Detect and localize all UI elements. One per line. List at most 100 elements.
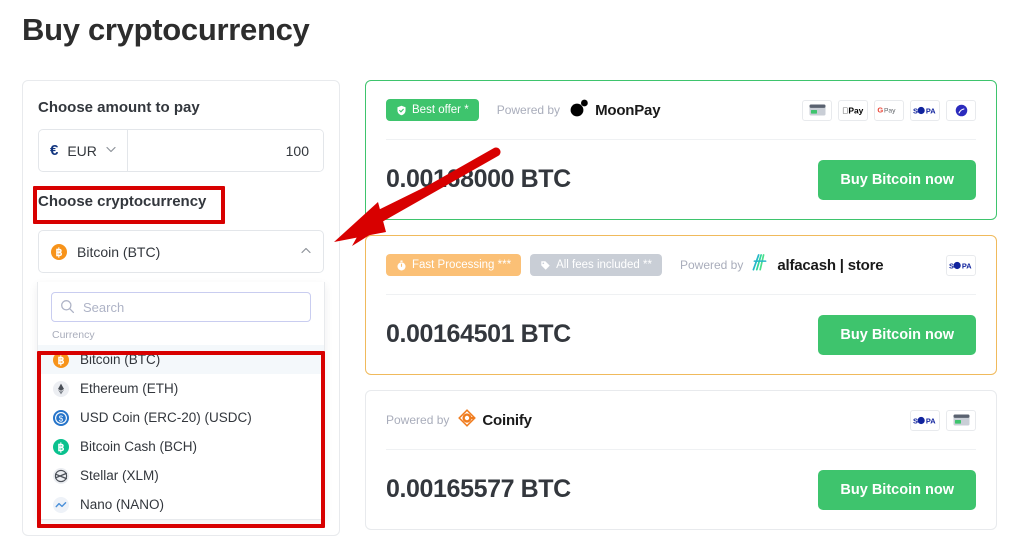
stopwatch-icon (396, 260, 407, 271)
bitcoin-cash-icon: ฿ (53, 438, 69, 455)
badge-label: All fees included ** (556, 259, 652, 271)
list-item[interactable]: $ USD Coin (ERC-20) (USDC) (38, 403, 324, 432)
svg-text:฿: ฿ (58, 355, 65, 367)
list-item[interactable]: Stellar (XLM) (38, 461, 324, 490)
buy-cryptocurrency-page: Buy cryptocurrency Choose amount to pay … (0, 0, 1013, 536)
amount-row: € EUR (38, 129, 324, 172)
offer-amount: 0.00165577 BTC (386, 475, 571, 503)
currency-group-label: Currency (52, 329, 95, 341)
offer-card-coinify[interactable]: Powered by Coinify S PA 0.00165577 BTC B… (365, 390, 997, 530)
payment-methods: S PA (946, 254, 976, 276)
svg-text:Pay: Pay (842, 105, 864, 115)
list-item[interactable]: Nano (NANO) (38, 490, 324, 519)
badge-label: Fast Processing *** (412, 259, 512, 271)
svg-text:PA: PA (926, 106, 936, 115)
svg-text:$: $ (59, 414, 64, 423)
powered-by-label: Powered by (679, 258, 744, 272)
powered-by-label: Powered by (386, 413, 450, 427)
sepa-icon: S PA (946, 254, 976, 276)
buy-bitcoin-button[interactable]: Buy Bitcoin now (818, 314, 976, 355)
apple-pay-icon: Pay (838, 99, 868, 121)
offer-body: 0.00168000 BTC Buy Bitcoin now (386, 140, 976, 219)
tag-icon (540, 260, 551, 271)
chevron-up-icon (301, 247, 311, 256)
powered-by-label: Powered by (496, 103, 561, 117)
page-title: Buy cryptocurrency (22, 12, 310, 47)
offers-list: Best offer * Powered by MoonPay Pay (365, 80, 997, 536)
list-item[interactable]: Ethereum (ETH) (38, 374, 324, 403)
svg-text:PA: PA (926, 416, 936, 425)
search-icon (60, 299, 75, 314)
offer-header: Powered by Coinify S PA (386, 391, 976, 450)
search-wrap (51, 292, 311, 322)
euro-icon: € (50, 142, 59, 159)
offer-amount: 0.00164501 BTC (386, 320, 571, 348)
brand-coinify: Coinify (458, 408, 532, 432)
svg-text:Pay: Pay (884, 108, 896, 115)
svg-text:G: G (877, 106, 883, 115)
crypto-label-wrap: Choose cryptocurrency (38, 193, 324, 221)
offer-body: 0.00164501 BTC Buy Bitcoin now (386, 295, 976, 374)
status-badge-best-offer: Best offer * (386, 99, 479, 121)
svg-text:PA: PA (962, 261, 972, 270)
bitcoin-icon: ฿ (51, 243, 67, 260)
sepa-icon: S PA (910, 409, 940, 431)
svg-text:S: S (949, 261, 954, 270)
brand-name: MoonPay (595, 101, 661, 119)
status-badge-all-fees-included: All fees included ** (530, 254, 662, 276)
list-item[interactable]: ฿ Bitcoin (BTC) (38, 345, 324, 374)
offer-body: 0.00165577 BTC Buy Bitcoin now (386, 450, 976, 529)
list-item-label: Bitcoin Cash (BCH) (80, 439, 198, 454)
svg-text:฿: ฿ (56, 247, 63, 259)
search-input[interactable] (51, 292, 311, 322)
svg-text:S: S (913, 106, 918, 115)
list-item[interactable]: ฿ Bitcoin Cash (BCH) (38, 432, 324, 461)
credit-card-icon (946, 409, 976, 431)
chevron-down-icon (106, 146, 116, 155)
offer-header: Fast Processing *** All fees included **… (386, 236, 976, 295)
moonpay-icon (569, 99, 589, 122)
alfacash-icon (752, 254, 771, 276)
shield-icon (396, 105, 407, 116)
svg-text:S: S (913, 416, 918, 425)
list-item-label: Bitcoin (BTC) (80, 352, 161, 367)
fiat-currency-select[interactable]: € EUR (39, 130, 128, 171)
google-pay-icon: G Pay (874, 99, 904, 121)
stellar-icon (53, 467, 69, 484)
crypto-dropdown-panel: Currency ฿ Bitcoin (BTC) Ethereum (ETH) … (37, 282, 325, 520)
offer-amount: 0.00168000 BTC (386, 165, 571, 193)
list-item-label: Ethereum (ETH) (80, 381, 179, 396)
sepa-icon: S PA (910, 99, 940, 121)
nano-icon (53, 496, 69, 513)
credit-card-icon (802, 99, 832, 121)
badge-label: Best offer * (412, 104, 469, 116)
crypto-currency-select[interactable]: ฿ Bitcoin (BTC) (38, 230, 324, 273)
brand-moonpay: MoonPay (569, 99, 661, 122)
brand-name: alfacash | store (777, 256, 884, 274)
usdc-icon: $ (53, 409, 69, 426)
brand-alfacash: alfacash | store (752, 254, 884, 276)
fiat-currency-code: EUR (67, 142, 97, 159)
brand-name: Coinify (482, 411, 532, 429)
svg-text:฿: ฿ (58, 442, 65, 454)
list-item-label: Nano (NANO) (80, 497, 165, 512)
status-badge-fast-processing: Fast Processing *** (386, 254, 522, 276)
buy-bitcoin-button[interactable]: Buy Bitcoin now (818, 159, 976, 200)
payment-methods: S PA (910, 409, 976, 431)
coinify-icon (458, 408, 477, 432)
amount-section-label: Choose amount to pay (38, 99, 200, 116)
buy-bitcoin-button[interactable]: Buy Bitcoin now (818, 469, 976, 510)
offer-card-alfacash[interactable]: Fast Processing *** All fees included **… (365, 235, 997, 375)
ethereum-icon (53, 380, 69, 397)
bitcoin-icon: ฿ (53, 351, 69, 368)
selected-crypto-label: Bitcoin (BTC) (77, 243, 161, 260)
amount-input[interactable] (128, 130, 323, 171)
crypto-section-label: Choose cryptocurrency (38, 193, 207, 210)
list-item-label: USD Coin (ERC-20) (USDC) (80, 410, 252, 425)
list-item-label: Stellar (XLM) (80, 468, 159, 483)
offer-header: Best offer * Powered by MoonPay Pay (386, 81, 976, 140)
currency-list: ฿ Bitcoin (BTC) Ethereum (ETH) $ USD Coi… (38, 345, 324, 519)
payment-methods: Pay GPay S PA (802, 99, 976, 121)
skrill-icon (946, 99, 976, 121)
offer-card-moonpay[interactable]: Best offer * Powered by MoonPay Pay (365, 80, 997, 220)
